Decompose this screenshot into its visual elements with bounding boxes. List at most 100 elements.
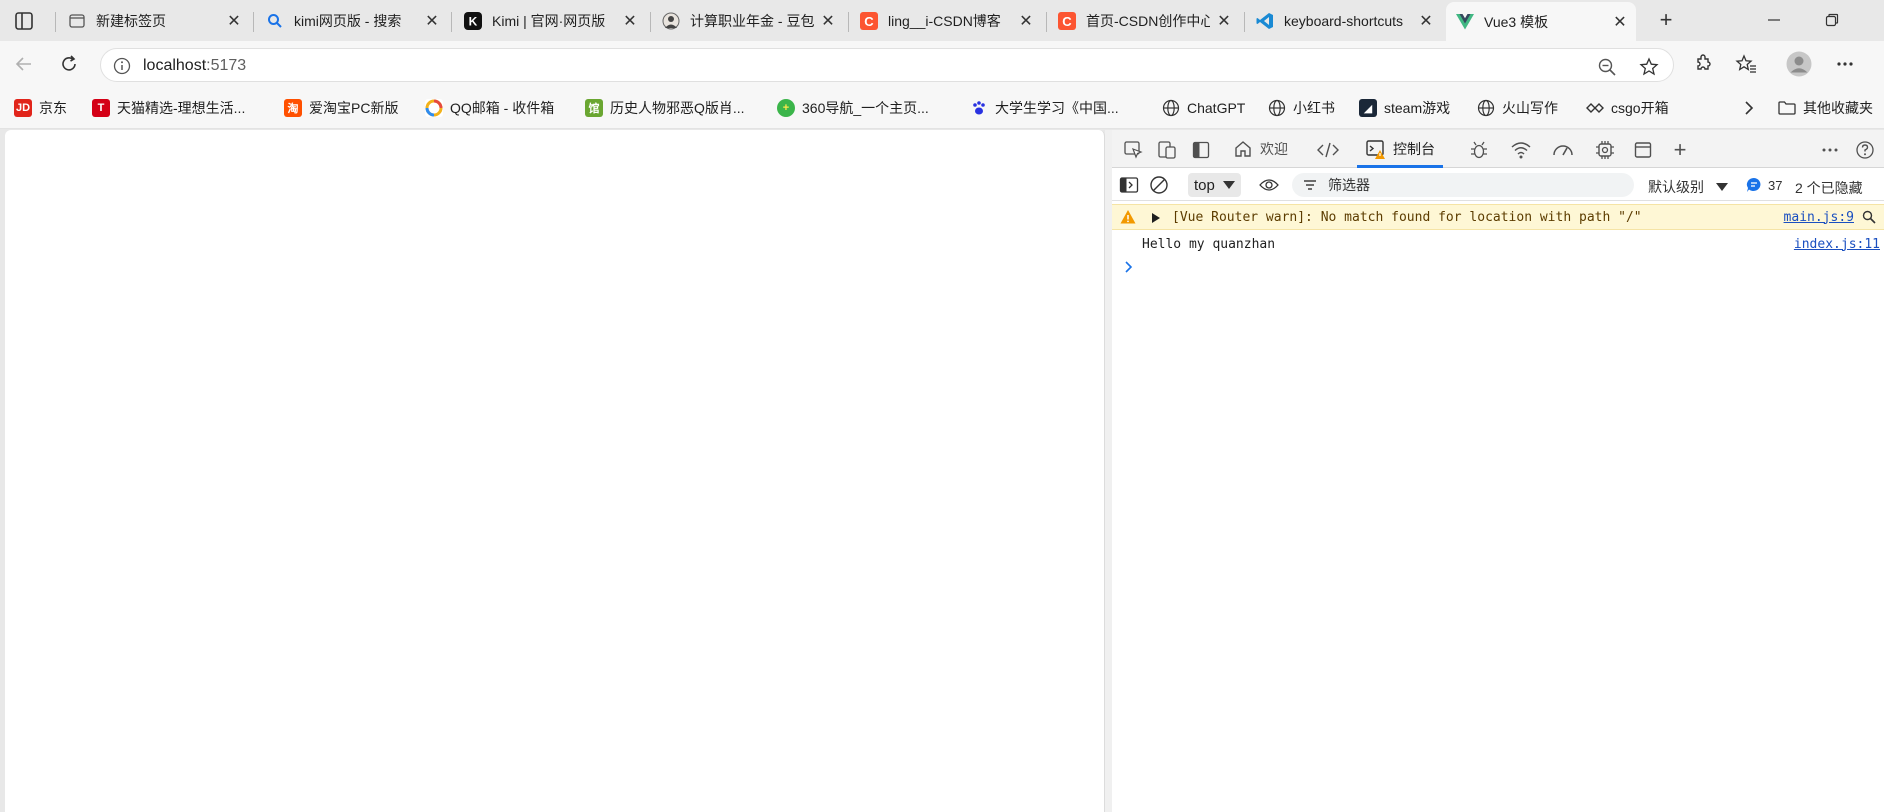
console-log-row[interactable]: Hello my quanzhan index.js:11	[1112, 232, 1884, 256]
expand-triangle-icon[interactable]	[1152, 213, 1160, 223]
close-icon[interactable]: ✕	[820, 13, 836, 30]
close-icon[interactable]: ✕	[1612, 14, 1628, 31]
bookmark-steam[interactable]: ◢ steam游戏	[1359, 98, 1450, 118]
tab-vue3-template[interactable]: Vue3 模板 ✕	[1446, 2, 1636, 41]
console-prompt-chevron-icon[interactable]	[1124, 259, 1138, 273]
tab-title: ling__i-CSDN博客	[888, 13, 1001, 29]
bookmark-label: 360导航_一个主页...	[802, 100, 929, 116]
more-options-icon[interactable]	[1832, 51, 1858, 77]
tab-doubao[interactable]: 计算职业年金 - 豆包 ✕	[652, 6, 844, 36]
tab-csdn-creator[interactable]: C 首页-CSDN创作中心 ✕	[1048, 6, 1240, 36]
bookmark-jd[interactable]: JD 京东	[14, 98, 67, 118]
search-icon	[266, 12, 284, 30]
favorites-icon[interactable]	[1733, 51, 1759, 77]
info-icon[interactable]	[113, 57, 131, 75]
extensions-icon[interactable]	[1690, 51, 1716, 77]
zoom-out-icon[interactable]	[1596, 56, 1618, 78]
console-messages: [Vue Router warn]: No match found for lo…	[1112, 201, 1884, 812]
help-icon[interactable]	[1854, 139, 1876, 161]
bookmark-university-study[interactable]: 大学生学习《中国...	[970, 98, 1119, 118]
restore-icon[interactable]	[1822, 10, 1842, 30]
console-warning-row[interactable]: [Vue Router warn]: No match found for lo…	[1112, 204, 1884, 230]
kimi-logo-icon: K	[464, 12, 482, 30]
tab-title: kimi网页版 - 搜索	[294, 13, 402, 29]
close-icon[interactable]: ✕	[1018, 13, 1034, 30]
tab-title: Vue3 模板	[1484, 13, 1549, 30]
memory-chip-icon[interactable]	[1594, 139, 1616, 161]
refresh-icon[interactable]	[56, 51, 82, 77]
tab-kimi[interactable]: K Kimi | 官网·网页版 ✕	[454, 6, 646, 36]
add-panel-icon[interactable]: +	[1669, 137, 1691, 162]
warning-source-link[interactable]: main.js:9	[1784, 210, 1854, 225]
console-sidebar-icon[interactable]	[1118, 174, 1140, 196]
tab-actions-icon[interactable]	[12, 9, 36, 33]
bookmark-huoshan-writing[interactable]: 火山写作	[1477, 98, 1558, 118]
bookmark-tmall[interactable]: T 天猫精选-理想生活...	[92, 98, 245, 118]
log-source-link[interactable]: index.js:11	[1794, 237, 1880, 252]
dropdown-caret-icon	[1716, 183, 1728, 191]
page-viewport[interactable]	[5, 130, 1105, 812]
performance-gauge-icon[interactable]	[1552, 139, 1574, 161]
tab-csdn-blog[interactable]: C ling__i-CSDN博客 ✕	[850, 6, 1042, 36]
bookmark-history-figures[interactable]: 馆历史人物邪恶Q版肖...	[585, 98, 745, 118]
device-emulation-icon[interactable]	[1156, 139, 1178, 161]
minimize-icon[interactable]	[1764, 10, 1784, 30]
svg-text:C: C	[1062, 14, 1072, 29]
sources-bug-icon[interactable]	[1468, 139, 1490, 161]
close-icon[interactable]: ✕	[226, 13, 242, 30]
tab-title: 首页-CSDN创作中心	[1086, 13, 1210, 29]
new-tab-button[interactable]: +	[1654, 7, 1678, 32]
network-wifi-icon[interactable]	[1510, 139, 1532, 161]
tab-console-label: 控制台	[1393, 141, 1435, 157]
museum-logo-icon: 馆	[585, 99, 603, 117]
devtools-more-icon[interactable]	[1819, 139, 1841, 161]
bookmark-aitaobao[interactable]: 淘爱淘宝PC新版	[284, 98, 398, 118]
clear-console-icon[interactable]	[1148, 174, 1170, 196]
close-icon[interactable]: ✕	[622, 13, 638, 30]
close-icon[interactable]: ✕	[424, 13, 440, 30]
other-bookmarks-folder[interactable]: 其他收藏夹	[1778, 98, 1873, 118]
dock-side-icon[interactable]	[1190, 139, 1212, 161]
bookmark-qqmail[interactable]: QQ邮箱 - 收件箱	[425, 98, 554, 118]
tab-keyboard-shortcuts[interactable]: keyboard-shortcuts ✕	[1246, 6, 1442, 36]
tab-console[interactable]: 控制台	[1357, 130, 1443, 168]
devtools-tab-bar: 欢迎 控制台 +	[1112, 130, 1884, 168]
search-icon[interactable]	[1862, 210, 1876, 224]
bookmark-xiaohongshu[interactable]: 小红书	[1268, 98, 1335, 118]
address-bar[interactable]: localhost:5173	[100, 48, 1674, 82]
devtools-splitter[interactable]	[1105, 130, 1112, 812]
log-levels-dropdown[interactable]: 默认级别	[1648, 177, 1728, 197]
close-icon[interactable]: ✕	[1216, 13, 1232, 30]
console-filter-input[interactable]: 筛选器	[1292, 173, 1634, 197]
devtools-panel: 欢迎 控制台 + top 筛选器 默认级别 37 2 个已隐藏 [Vue Rou…	[1112, 130, 1884, 812]
issues-count: 37	[1768, 177, 1783, 193]
live-expression-eye-icon[interactable]	[1258, 174, 1280, 196]
tab-separator	[1244, 12, 1245, 32]
csdn-logo-icon: C	[860, 12, 878, 30]
tab-new-tab[interactable]: 新建标签页 ✕	[58, 6, 250, 36]
url-text[interactable]: localhost:5173	[143, 57, 246, 75]
bookmarks-overflow-chevron-icon[interactable]	[1743, 98, 1755, 118]
issues-counter[interactable]: 37	[1746, 177, 1782, 193]
tab-title: 计算职业年金 - 豆包	[690, 13, 814, 29]
warning-triangle-icon	[1120, 209, 1136, 225]
bookmark-label: 火山写作	[1502, 100, 1558, 116]
bookmark-label: 京东	[39, 100, 67, 116]
favorite-star-icon[interactable]	[1638, 56, 1660, 78]
steam-logo-icon: ◢	[1359, 99, 1377, 117]
tab-welcome[interactable]: 欢迎	[1232, 130, 1288, 168]
bookmark-chatgpt[interactable]: ChatGPT	[1162, 98, 1245, 118]
back-arrow-icon[interactable]	[11, 51, 37, 77]
dropdown-caret-icon	[1222, 181, 1235, 189]
bookmark-csgo[interactable]: csgo开箱	[1586, 98, 1669, 118]
elements-code-icon[interactable]	[1317, 139, 1339, 161]
javascript-context-select[interactable]: top	[1188, 173, 1241, 197]
inspect-element-icon[interactable]	[1122, 139, 1144, 161]
bookmark-label: 小红书	[1293, 100, 1335, 116]
tab-kimi-search[interactable]: kimi网页版 - 搜索 ✕	[256, 6, 448, 36]
application-panel-icon[interactable]	[1632, 139, 1654, 161]
bookmark-label: 历史人物邪恶Q版肖...	[610, 100, 745, 116]
close-icon[interactable]: ✕	[1418, 13, 1434, 30]
bookmark-360-nav[interactable]: +360导航_一个主页...	[777, 98, 929, 118]
profile-avatar-icon[interactable]	[1785, 50, 1813, 78]
